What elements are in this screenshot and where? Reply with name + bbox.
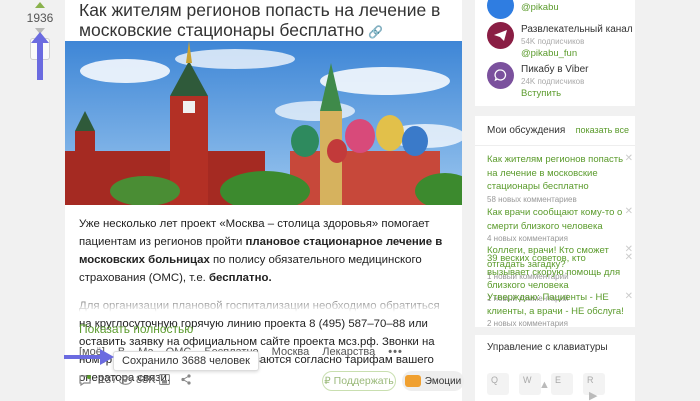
- arrow-up-key-icon: ▲: [539, 379, 550, 391]
- tags-more-button[interactable]: •••: [388, 346, 403, 358]
- post-title[interactable]: Как жителям регионов попасть на лечение …: [79, 0, 449, 42]
- keyboard-header: Управление с клавиатуры: [487, 342, 608, 353]
- vote-column: 1936: [22, 2, 58, 34]
- views-count: 88K: [136, 374, 156, 386]
- discussion-title[interactable]: Утверждаю: Пациенты - НЕ клиенты, а врач…: [487, 291, 627, 318]
- eye-icon: [119, 375, 132, 385]
- discussion-title[interactable]: 39 веских советов, кто вызывает скорую п…: [487, 252, 627, 293]
- comment-icon: [79, 374, 91, 386]
- discussion-title[interactable]: Как жителям регионов попасть на лечение …: [487, 153, 627, 194]
- tag-item[interactable]: Москва: [272, 346, 310, 358]
- moscow-kremlin-photo: [65, 41, 462, 205]
- close-icon[interactable]: ✕: [625, 206, 633, 217]
- social-link[interactable]: @pikabu: [521, 2, 559, 13]
- social-title: Развлекательный канал: [521, 24, 633, 35]
- comments-button[interactable]: 137: [79, 374, 117, 386]
- emotions-label: Эмоции: [424, 375, 462, 387]
- key-e: E: [551, 373, 573, 395]
- discussion-item[interactable]: Как врачи сообщают кому-то о смерти близ…: [487, 206, 633, 243]
- vk-icon: [487, 0, 514, 19]
- arrow-right-key-icon: ▶: [589, 390, 598, 401]
- upvote-icon[interactable]: [35, 2, 45, 8]
- social-links-card: @pikabu Развлекательный канал 54K подпис…: [475, 0, 635, 106]
- post-card: Как жителям регионов попасть на лечение …: [65, 0, 464, 401]
- social-title: Пикабу в Viber: [521, 64, 589, 75]
- comments-count: 137: [99, 374, 118, 386]
- keyboard-shortcuts-card: Управление с клавиатуры Q W E R ▲ ▶: [475, 335, 635, 401]
- show-all-link[interactable]: показать все: [576, 125, 629, 135]
- social-item[interactable]: Развлекательный канал 54K подписчиков @p…: [487, 22, 633, 59]
- discussions-header: Мои обсуждения: [487, 125, 566, 136]
- discussion-meta: 2 новых комментария: [487, 319, 568, 328]
- divider: [475, 145, 635, 146]
- discussion-item[interactable]: Как жителям регионов попасть на лечение …: [487, 153, 633, 204]
- floppy-save-icon: [159, 374, 170, 385]
- social-subscribers: 24K подписчиков: [521, 77, 585, 86]
- close-icon[interactable]: ✕: [625, 291, 633, 302]
- arrow-up-annotation-icon: [31, 32, 49, 80]
- tag-item[interactable]: Лекарства: [322, 346, 375, 358]
- support-button[interactable]: ₽ Поддержать: [322, 371, 396, 391]
- join-link[interactable]: Вступить: [521, 88, 588, 99]
- discussion-meta: 4 новых комментария: [487, 234, 568, 243]
- telegram-icon: [487, 22, 514, 49]
- saved-tooltip: Сохранило 3688 человек: [113, 351, 259, 371]
- close-icon[interactable]: ✕: [625, 252, 633, 263]
- rating-count: 1936: [26, 11, 54, 25]
- emotion-face-icon: [404, 375, 421, 387]
- arrow-right-annotation-icon: [64, 349, 114, 365]
- viber-icon: [487, 62, 514, 89]
- show-full-link[interactable]: Показать полностью: [79, 322, 193, 336]
- share-icon: [181, 374, 191, 385]
- post-paragraph-1: Уже несколько лет проект «Москва – столи…: [79, 218, 443, 284]
- link-icon[interactable]: 🔗: [368, 22, 383, 42]
- social-subscribers: 54K подписчиков: [521, 37, 585, 46]
- my-discussions-card: Мои обсуждения показать все Как жителям …: [475, 116, 635, 328]
- social-link[interactable]: @pikabu_fun: [521, 48, 633, 59]
- discussion-title[interactable]: Как врачи сообщают кому-то о смерти близ…: [487, 206, 627, 233]
- views-indicator: 88K: [119, 374, 156, 386]
- ruble-icon: ₽: [324, 375, 331, 387]
- save-button[interactable]: [159, 374, 170, 385]
- key-w: W: [519, 373, 541, 395]
- emotions-button[interactable]: Эмоции: [402, 371, 464, 391]
- support-label: Поддержать: [333, 375, 394, 387]
- key-q: Q: [487, 373, 509, 395]
- share-button[interactable]: [181, 374, 191, 385]
- discussion-meta: 58 новых комментариев: [487, 194, 577, 204]
- post-footer: 137 88K ₽ Поддержать Эмоции: [79, 371, 464, 392]
- social-item[interactable]: @pikabu: [487, 0, 559, 19]
- discussion-item[interactable]: Утверждаю: Пациенты - НЕ клиенты, а врач…: [487, 291, 633, 328]
- post-image: [65, 41, 462, 205]
- text-fade: [65, 292, 462, 312]
- social-item[interactable]: Пикабу в Viber 24K подписчиков Вступить: [487, 62, 588, 99]
- close-icon[interactable]: ✕: [625, 153, 633, 164]
